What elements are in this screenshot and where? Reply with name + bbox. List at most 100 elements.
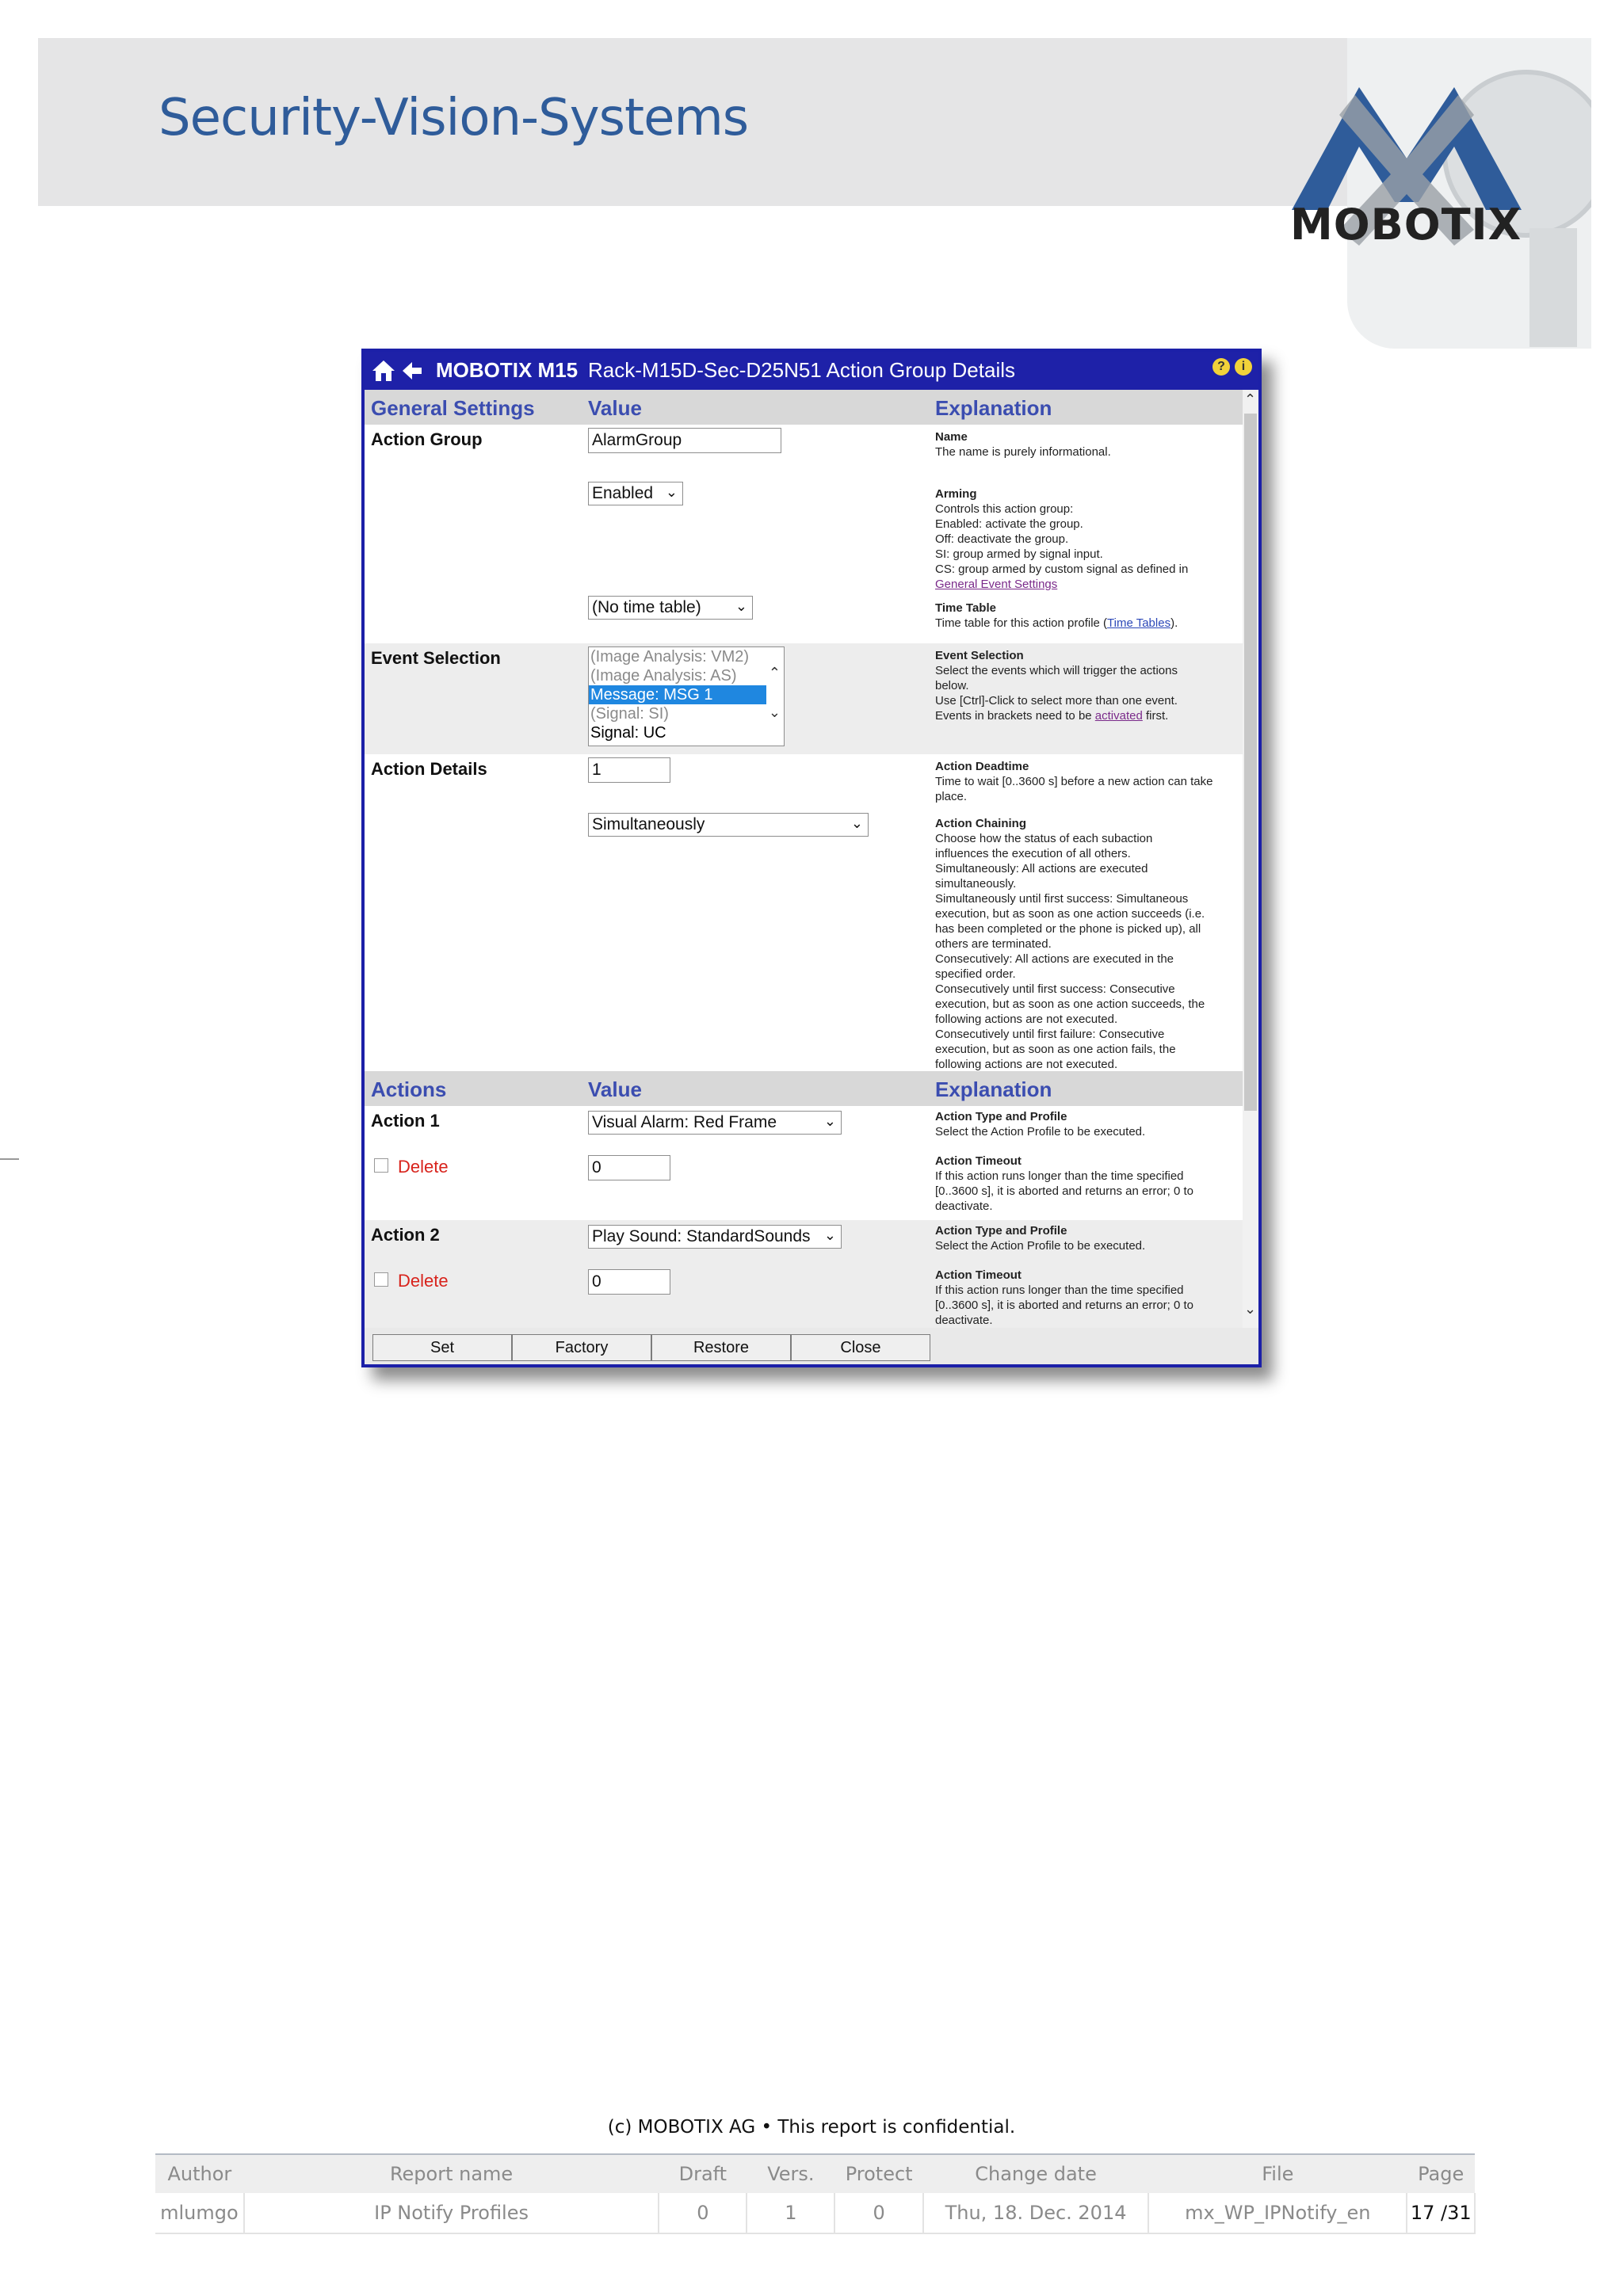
exp-tt-end: ). <box>1170 616 1178 630</box>
action-deadtime-input[interactable]: 1 <box>588 757 670 783</box>
action-chaining-select[interactable]: Simultaneously ⌄ <box>588 813 869 837</box>
action-2-timeout-input[interactable]: 0 <box>588 1269 670 1295</box>
exp-arming-line: Off: deactivate the group. <box>935 532 1069 546</box>
restore-button[interactable]: Restore <box>651 1334 791 1361</box>
exp-arming-line: Enabled: activate the group. <box>935 517 1083 531</box>
exp-timeout-title: Action Timeout <box>935 1154 1022 1168</box>
time-table-select[interactable]: (No time table) ⌄ <box>588 596 753 620</box>
chaining-explanation: Action Chaining Choose how the status of… <box>935 816 1230 1072</box>
factory-button[interactable]: Factory <box>512 1334 651 1361</box>
list-item[interactable]: (Image Analysis: AS) <box>589 666 784 685</box>
exp-type-title: Action Type and Profile <box>935 1110 1067 1123</box>
exp-chaining-line: following actions are not executed. <box>935 1058 1118 1071</box>
scrollbar-thumb[interactable] <box>1244 414 1257 1111</box>
table-header-cell: Report name <box>243 2153 659 2193</box>
header-col-explanation: Explanation <box>935 396 1052 420</box>
table-cell: mlumgo <box>155 2193 245 2234</box>
exp-tt-text: Time table for this action profile ( <box>935 616 1108 630</box>
help-icon[interactable]: ? <box>1212 358 1230 376</box>
exp-arming-line: Controls this action group: <box>935 502 1074 516</box>
exp-event-line: Select the events which will trigger the… <box>935 664 1178 677</box>
action-1-timeout-explanation: Action Timeout If this action runs longe… <box>935 1154 1230 1214</box>
action-details-row: Action Details 1 Simultaneously ⌄ Action … <box>365 754 1243 1071</box>
exp-chaining-line: Consecutively: All actions are executed … <box>935 952 1174 966</box>
table-header-cell: File <box>1148 2153 1407 2193</box>
exp-chaining-line: execution, but as soon as one action fai… <box>935 1043 1176 1056</box>
action-2-label: Action 2 <box>371 1225 440 1245</box>
action-1-profile-select[interactable]: Visual Alarm: Red Frame ⌄ <box>588 1111 842 1135</box>
list-item[interactable]: (Signal: SI) <box>589 704 784 723</box>
exp-chaining-line: Consecutively until first failure: Conse… <box>935 1028 1165 1041</box>
list-item-selected[interactable]: Message: MSG 1 <box>589 685 766 704</box>
time-table-explanation: Time Table Time table for this action pr… <box>935 601 1230 631</box>
exp-chaining-line: following actions are not executed. <box>935 1013 1118 1026</box>
chevron-up-icon[interactable]: ⌃ <box>1244 391 1256 408</box>
action-2-profile-select[interactable]: Play Sound: StandardSounds ⌄ <box>588 1225 842 1249</box>
back-arrow-icon[interactable] <box>401 360 423 382</box>
event-selection-row: Event Selection (Image Analysis: VM2) (I… <box>365 643 1243 754</box>
action-2-row: Action 2 Delete Play Sound: StandardSoun… <box>365 1220 1243 1328</box>
form-content: General Settings Value Explanation Actio… <box>365 390 1243 1328</box>
exp-timeout-line: If this action runs longer than the time… <box>935 1169 1184 1183</box>
action-1-delete-label: Delete <box>398 1157 449 1177</box>
table-header-cell: Change date <box>922 2153 1149 2193</box>
table-header-cell: Vers. <box>747 2153 835 2193</box>
event-selection-list[interactable]: (Image Analysis: VM2) (Image Analysis: A… <box>588 646 785 746</box>
set-button[interactable]: Set <box>372 1334 512 1361</box>
chevron-down-icon[interactable]: ⌄ <box>1244 1301 1256 1318</box>
arming-select[interactable]: Enabled ⌄ <box>588 482 683 505</box>
exp-arming-title: Arming <box>935 487 977 501</box>
vertical-scrollbar[interactable]: ⌃ ⌄ <box>1243 390 1258 1328</box>
activated-link[interactable]: activated <box>1095 709 1143 723</box>
button-bar: Set Factory Restore Close <box>365 1328 1258 1364</box>
action-group-row: Action Group AlarmGroup Enabled ⌄ (No tim… <box>365 425 1243 643</box>
action-group-name-input[interactable]: AlarmGroup <box>588 428 781 453</box>
confidential-notice: (c) MOBOTIX AG • This report is confiden… <box>607 2117 1016 2138</box>
close-button[interactable]: Close <box>791 1334 930 1361</box>
chevron-down-icon: ⌄ <box>735 598 747 614</box>
exp-deadtime-text: Time to wait [0..3600 s] before a new ac… <box>935 775 1213 803</box>
table-header-cell: Page <box>1407 2153 1475 2193</box>
table-cell: IP Notify Profiles <box>243 2193 660 2234</box>
chevron-down-icon: ⌄ <box>823 1113 836 1129</box>
chevron-up-icon[interactable]: ⌃ <box>769 665 781 681</box>
chevron-down-icon: ⌄ <box>823 1227 836 1243</box>
exp-chaining-line: others are terminated. <box>935 937 1052 951</box>
exp-name-title: Name <box>935 430 968 444</box>
list-item[interactable]: Signal: UC <box>589 723 784 742</box>
time-tables-link[interactable]: Time Tables <box>1107 616 1170 630</box>
exp-timeout-title: Action Timeout <box>935 1268 1022 1282</box>
actions-header: Actions Value Explanation <box>365 1071 1243 1106</box>
general-event-settings-link[interactable]: General Event Settings <box>935 578 1057 591</box>
exp-type-text: Select the Action Profile to be executed… <box>935 1239 1146 1253</box>
exp-timeout-line: deactivate. <box>935 1314 993 1327</box>
chevron-down-icon[interactable]: ⌄ <box>769 704 781 721</box>
action-group-window: MOBOTIX M15 Rack-M15D-Sec-D25N51 Action … <box>361 349 1262 1367</box>
table-header-row: Author Report name Draft Vers. Protect C… <box>155 2153 1475 2193</box>
table-cell: Thu, 18. Dec. 2014 <box>922 2193 1150 2234</box>
exp-name-text: The name is purely informational. <box>935 445 1111 459</box>
exp-chaining-title: Action Chaining <box>935 817 1026 830</box>
exp-arming-line: CS: group armed by custom signal as defi… <box>935 563 1189 576</box>
home-icon[interactable] <box>371 358 396 383</box>
header-col-actions: Actions <box>371 1077 447 1101</box>
action-2-delete-checkbox[interactable] <box>374 1272 388 1287</box>
exp-timeout-line: [0..3600 s], it is aborted and returns a… <box>935 1299 1194 1312</box>
exp-event-line: below. <box>935 679 969 692</box>
exp-event-title: Event Selection <box>935 649 1024 662</box>
exp-timeout-line: If this action runs longer than the time… <box>935 1283 1184 1297</box>
exp-chaining-line: specified order. <box>935 967 1016 981</box>
brand-title: Security-Vision-Systems <box>158 89 749 147</box>
table-cell: mx_WP_IPNotify_en <box>1148 2193 1408 2234</box>
window-title: Rack-M15D-Sec-D25N51 Action Group Detail… <box>588 358 1015 382</box>
header-col-settings: General Settings <box>371 396 535 420</box>
table-header-cell: Draft <box>659 2153 747 2193</box>
action-1-delete-checkbox[interactable] <box>374 1158 388 1173</box>
list-item[interactable]: (Image Analysis: VM2) <box>589 647 784 666</box>
table-cell: 0 <box>834 2193 924 2234</box>
action-2-profile-value: Play Sound: StandardSounds <box>592 1227 811 1245</box>
exp-type-text: Select the Action Profile to be executed… <box>935 1125 1146 1138</box>
exp-chaining-line: Simultaneously: All actions are executed <box>935 862 1148 875</box>
info-icon[interactable]: i <box>1235 358 1252 376</box>
action-1-timeout-input[interactable]: 0 <box>588 1155 670 1180</box>
